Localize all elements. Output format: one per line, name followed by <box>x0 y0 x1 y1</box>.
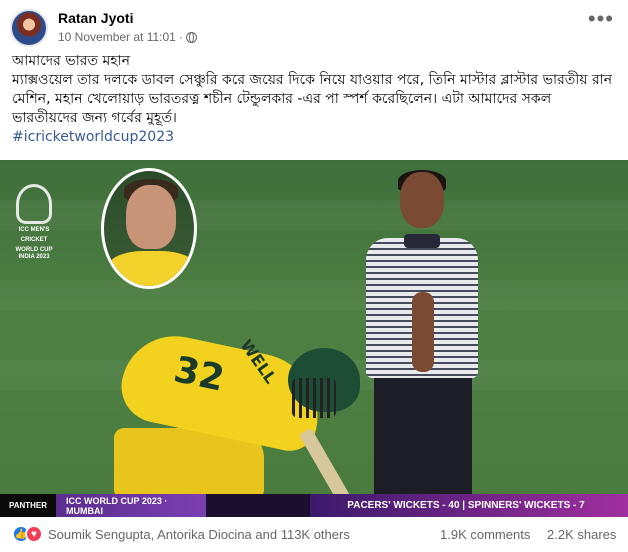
collar <box>404 234 440 248</box>
helmet-grill <box>292 378 336 418</box>
post-meta: 10 November at 11:01 · <box>58 30 197 44</box>
post-text-line: ম্যাক্সওয়েল তার দলকে ডাবল সেঞ্চুরি করে … <box>12 72 613 126</box>
post-text: আমাদের ভারত মহান ম্যাক্সওয়েল তার দলকে ড… <box>12 52 620 147</box>
inset-face <box>126 185 176 249</box>
more-options-icon: ••• <box>587 6 614 31</box>
reaction-icons[interactable]: 👍 ♥ <box>12 525 43 543</box>
field-stripe <box>0 200 628 230</box>
head <box>400 172 444 228</box>
trophy-icon <box>16 184 52 224</box>
post-text-line: আমাদের ভারত মহান <box>12 53 130 69</box>
broadcast-stat: PACERS' WICKETS - 40 | SPINNERS' WICKETS… <box>310 494 628 517</box>
more-options-button[interactable]: ••• <box>588 8 614 30</box>
player-inset-circle <box>101 168 197 289</box>
broadcast-event: ICC WORLD CUP 2023 · MUMBAI <box>56 494 206 517</box>
logo-text: INDIA 2023 <box>18 254 50 260</box>
trousers <box>374 378 472 502</box>
author-avatar[interactable] <box>10 9 48 47</box>
post-footer: 👍 ♥ Soumik Sengupta, Antorika Diocina an… <box>0 521 628 549</box>
broadcast-brand: PANTHER <box>0 494 56 517</box>
logo-text: ICC MEN'S <box>18 227 50 233</box>
author-name[interactable]: Ratan Jyoti <box>58 10 133 26</box>
cricket-bat <box>298 427 352 505</box>
love-icon: ♥ <box>25 525 43 543</box>
arm <box>412 292 434 372</box>
comments-count[interactable]: 1.9K comments <box>440 527 530 542</box>
meta-separator: · <box>178 30 183 44</box>
reactors-summary[interactable]: Soumik Sengupta, Antorika Diocina and 11… <box>48 527 350 542</box>
globe-icon[interactable] <box>185 31 197 43</box>
logo-text: WORLD CUP <box>15 247 53 253</box>
inset-shirt <box>108 251 194 286</box>
broadcast-score-bar: PANTHER ICC WORLD CUP 2023 · MUMBAI PACE… <box>0 494 628 517</box>
world-cup-logo: ICC MEN'S CRICKET WORLD CUP INDIA 2023 <box>10 184 58 261</box>
shares-count[interactable]: 2.2K shares <box>547 527 616 542</box>
facebook-post: Ratan Jyoti 10 November at 11:01 · ••• আ… <box>0 0 628 552</box>
field-stripe <box>0 280 628 310</box>
logo-text: CRICKET <box>20 237 48 243</box>
bent-player-figure: 32 WELL <box>112 326 372 505</box>
post-timestamp[interactable]: 10 November at 11:01 <box>58 30 176 44</box>
post-photo[interactable]: ICC MEN'S CRICKET WORLD CUP INDIA 2023 3… <box>0 160 628 517</box>
post-header: Ratan Jyoti 10 November at 11:01 · ••• <box>0 0 628 48</box>
hashtag-link[interactable]: #icricketworldcup2023 <box>12 128 620 147</box>
standing-man-figure <box>360 170 486 502</box>
